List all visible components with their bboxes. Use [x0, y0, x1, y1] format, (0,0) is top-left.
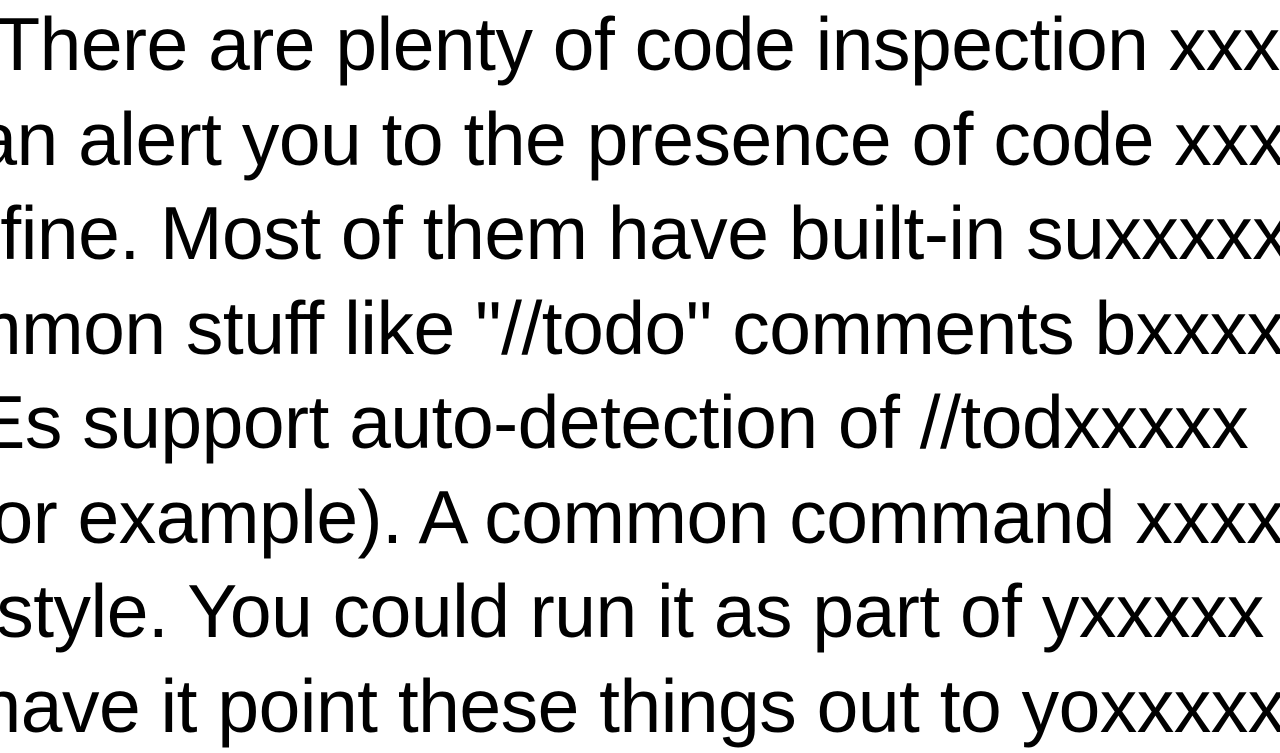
document-text: xxxxx: There are plenty of code inspecti…: [0, 0, 1280, 753]
